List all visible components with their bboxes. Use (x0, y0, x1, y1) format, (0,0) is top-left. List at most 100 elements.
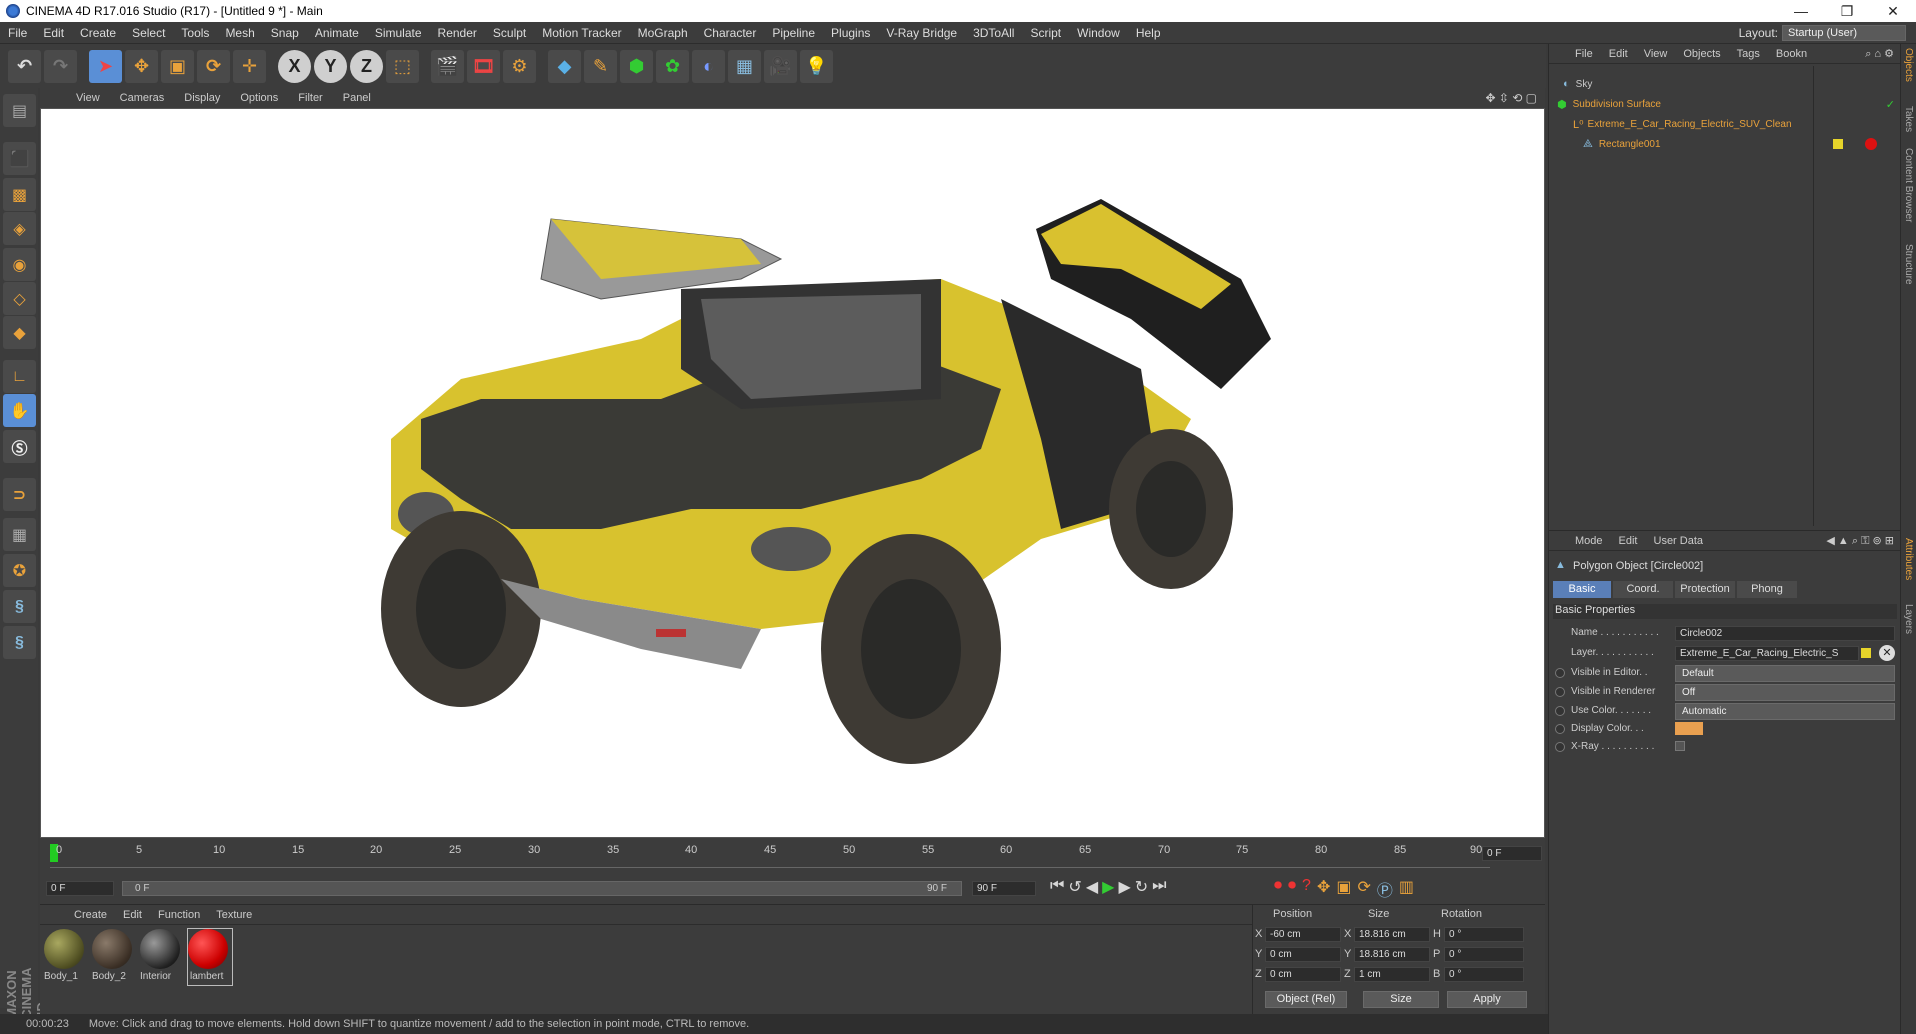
attr-menu-mode[interactable]: Mode (1567, 535, 1611, 547)
rotation-p-field[interactable]: 0 ° (1444, 947, 1524, 962)
cube-object-icon[interactable]: ◆ (548, 49, 581, 83)
menu-tools[interactable]: Tools (173, 26, 217, 40)
viewport-menu-cameras[interactable]: Cameras (110, 92, 175, 104)
material-interior[interactable]: Interior (140, 929, 184, 985)
material-body-2[interactable]: Body_2 (92, 929, 136, 985)
side-tab-layers[interactable]: Layers (1903, 604, 1914, 634)
position-x-field[interactable]: -60 cm (1265, 927, 1341, 942)
attr-nav-icons[interactable]: ◀ ▲ ⌕ ⚿ ⊚ ⊞ (1818, 534, 1900, 548)
tab-basic[interactable]: Basic (1553, 581, 1611, 598)
material-tag-icon[interactable] (1865, 138, 1877, 150)
size-mode-dropdown[interactable]: Size (1363, 991, 1439, 1008)
anim-dot-icon[interactable] (1555, 706, 1565, 716)
y-axis-lock-icon[interactable]: Y (314, 49, 347, 83)
size-y-field[interactable]: 18.816 cm (1354, 947, 1430, 962)
rotate-tool-icon[interactable]: ⟳ (197, 49, 230, 83)
menu-file[interactable]: File (0, 26, 35, 40)
position-y-field[interactable]: 0 cm (1265, 947, 1341, 962)
subdivision-icon[interactable]: ⬢ (620, 49, 653, 83)
menu-animate[interactable]: Animate (307, 26, 367, 40)
menu-vray-bridge[interactable]: V-Ray Bridge (878, 26, 965, 40)
viewport-menu-view[interactable]: View (66, 92, 110, 104)
play-icon[interactable]: ▶ (1102, 877, 1114, 897)
python-icon-2[interactable]: § (3, 626, 36, 659)
render-settings-icon[interactable]: ⚙ (503, 49, 536, 83)
obj-menu-tags[interactable]: Tags (1729, 48, 1768, 60)
make-editable-icon[interactable]: ▤ (3, 94, 36, 127)
coordinate-mode-dropdown[interactable]: Object (Rel) (1265, 991, 1347, 1008)
obj-menu-file[interactable]: File (1567, 48, 1601, 60)
floor-icon[interactable]: ▦ (728, 49, 761, 83)
cloner-icon[interactable]: ✿ (656, 49, 689, 83)
close-button[interactable]: ✕ (1870, 0, 1916, 22)
python-icon-1[interactable]: § (3, 590, 36, 623)
anim-dot-icon[interactable] (1555, 687, 1565, 697)
layer-picker-icon[interactable]: ✕ (1879, 645, 1895, 661)
rotation-h-field[interactable]: 0 ° (1444, 927, 1524, 942)
scale-tool-icon[interactable]: ▣ (161, 49, 194, 83)
key-rotation-icon[interactable]: ⟳ (1357, 877, 1370, 901)
tab-phong[interactable]: Phong (1737, 581, 1797, 598)
texture-mode-icon[interactable]: ▩ (3, 178, 36, 211)
prev-key-icon[interactable]: ↺ (1068, 877, 1081, 897)
anim-dot-icon[interactable] (1555, 742, 1565, 752)
current-frame-field[interactable]: 0 F (1482, 846, 1542, 861)
layout-select[interactable]: Startup (User) (1782, 25, 1906, 41)
start-frame-field[interactable]: 0 F (46, 881, 114, 896)
material-lambert[interactable]: lambert (187, 928, 233, 986)
snapping-icon[interactable]: Ⓢ (3, 430, 36, 463)
axis-mode-icon[interactable]: ∟ (3, 360, 36, 393)
position-z-field[interactable]: 0 cm (1265, 967, 1341, 982)
viewport-menu-filter[interactable]: Filter (288, 92, 332, 104)
timeline-ruler[interactable]: 0 5 10 15 20 25 30 35 40 45 50 55 60 65 … (40, 838, 1545, 874)
size-x-field[interactable]: 18.816 cm (1354, 927, 1430, 942)
obj-menu-view[interactable]: View (1636, 48, 1676, 60)
menu-character[interactable]: Character (696, 26, 765, 40)
layer-color-swatch[interactable] (1833, 139, 1843, 149)
coordinate-system-icon[interactable]: ⬚ (386, 49, 419, 83)
checkmark-icon[interactable]: ✓ (1886, 98, 1895, 111)
side-tab-structure[interactable]: Structure (1903, 244, 1914, 285)
menu-create[interactable]: Create (72, 26, 124, 40)
viewport-menu-panel[interactable]: Panel (333, 92, 381, 104)
visible-editor-dropdown[interactable]: Default (1675, 665, 1895, 682)
tab-protection[interactable]: Protection (1675, 581, 1735, 598)
object-row-rectangle[interactable]: ⟁ Rectangle001 (1549, 134, 1899, 154)
redo-icon[interactable]: ↷ (44, 49, 77, 83)
material-menu-texture[interactable]: Texture (208, 909, 260, 921)
grid-lock-icon[interactable]: ▦ (3, 518, 36, 551)
obj-menu-bookmarks[interactable]: Bookn (1768, 48, 1815, 60)
light-icon[interactable]: 💡 (800, 49, 833, 83)
auto-key-icon[interactable]: ⏺ (1288, 877, 1296, 901)
display-color-swatch[interactable] (1675, 722, 1703, 735)
object-row-sky[interactable]: ◐ Sky (1549, 74, 1899, 94)
side-tab-attributes[interactable]: Attributes (1903, 538, 1914, 580)
model-mode-icon[interactable]: ⬛ (3, 142, 36, 175)
menu-simulate[interactable]: Simulate (367, 26, 430, 40)
render-picture-viewer-icon[interactable]: 🎞 (467, 49, 500, 83)
attr-menu-edit[interactable]: Edit (1611, 535, 1646, 547)
render-view-icon[interactable]: 🎬 (431, 49, 464, 83)
edges-mode-icon[interactable]: ◇ (3, 282, 36, 315)
viewport-nav-icons[interactable]: ✥ ⇳ ⟲ ▢ (1485, 91, 1537, 105)
menu-pipeline[interactable]: Pipeline (764, 26, 823, 40)
select-arrow-icon[interactable]: ➤ (89, 49, 122, 83)
goto-start-icon[interactable]: ⏮ (1050, 877, 1064, 897)
live-selection-icon[interactable]: ✛ (233, 49, 266, 83)
apply-button[interactable]: Apply (1447, 991, 1527, 1008)
polygons-mode-icon[interactable]: ◆ (3, 316, 36, 349)
points-mode-icon[interactable]: ◉ (3, 248, 36, 281)
pen-spline-icon[interactable]: ✎ (584, 49, 617, 83)
side-tab-takes[interactable]: Takes (1903, 106, 1914, 132)
minimize-button[interactable]: — (1778, 0, 1824, 22)
deformer-icon[interactable]: ◐ (692, 49, 725, 83)
layer-field[interactable]: Extreme_E_Car_Racing_Electric_S (1675, 646, 1859, 661)
menu-mograph[interactable]: MoGraph (630, 26, 696, 40)
menu-3dtoall[interactable]: 3DToAll (965, 26, 1022, 40)
tweak-mode-icon[interactable]: ✋ (3, 394, 36, 427)
menu-sculpt[interactable]: Sculpt (485, 26, 534, 40)
workplane-mode-icon[interactable]: ◈ (3, 212, 36, 245)
menu-select[interactable]: Select (124, 26, 173, 40)
menu-script[interactable]: Script (1022, 26, 1069, 40)
material-body-1[interactable]: Body_1 (44, 929, 88, 985)
